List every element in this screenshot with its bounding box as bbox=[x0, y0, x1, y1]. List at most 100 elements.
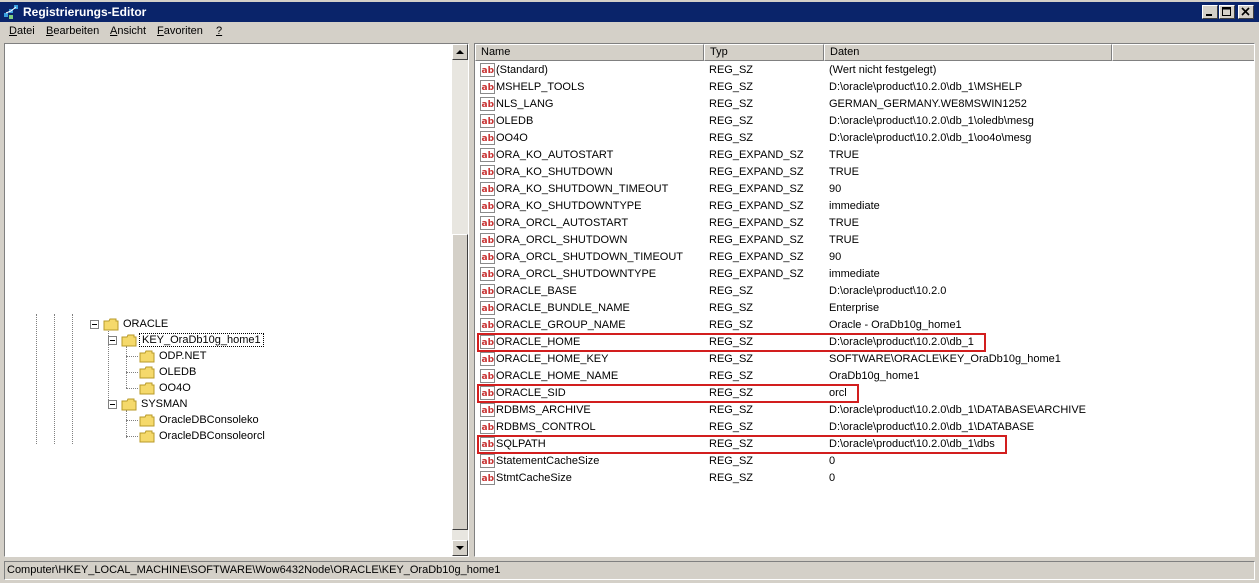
tree-vertical-scrollbar[interactable] bbox=[452, 44, 468, 556]
value-type: REG_SZ bbox=[709, 98, 754, 110]
column-header-filler bbox=[1112, 44, 1254, 61]
value-type: REG_SZ bbox=[709, 455, 754, 467]
value-type: REG_SZ bbox=[709, 64, 754, 76]
arrow-down-icon bbox=[456, 546, 464, 550]
table-row[interactable]: ab RDBMS_ARCHIVE REG_SZ D:\oracle\product\1… bbox=[475, 402, 1235, 419]
title-bar[interactable]: Registrierungs-Editor bbox=[0, 2, 1259, 22]
table-row[interactable]: ab MSHELP_TOOLS REG_SZ D:\oracle\product\10… bbox=[475, 79, 1235, 96]
collapse-toggle[interactable] bbox=[108, 336, 117, 345]
minimize-button[interactable] bbox=[1202, 5, 1218, 19]
value-data: SOFTWARE\ORACLE\KEY_OraDb10g_home1 bbox=[829, 353, 1061, 365]
table-row[interactable]: ab ORA_ORCL_SHUTDOWNTYPE REG_EXPAND_SZ imme… bbox=[475, 266, 1235, 283]
folder-open-icon bbox=[121, 334, 137, 347]
svg-text:ab: ab bbox=[482, 474, 495, 484]
reg-string-icon: ab bbox=[480, 471, 495, 485]
value-name: RDBMS_ARCHIVE bbox=[496, 404, 591, 416]
table-row[interactable]: ab (Standard) REG_SZ (Wert nicht festgelegt… bbox=[475, 62, 1235, 79]
minimize-icon bbox=[1206, 14, 1212, 16]
value-name: ORACLE_HOME_NAME bbox=[496, 370, 619, 382]
folder-icon bbox=[139, 366, 155, 379]
column-header-type[interactable]: Typ bbox=[704, 44, 824, 61]
menu-help[interactable]: ? bbox=[216, 25, 222, 37]
value-data: (Wert nicht festgelegt) bbox=[829, 64, 937, 76]
table-row[interactable]: ab ORACLE_GROUP_NAME REG_SZ Oracle - OraDb1… bbox=[475, 317, 1235, 334]
scroll-down-button[interactable] bbox=[452, 540, 468, 556]
value-data: Enterprise bbox=[829, 302, 880, 314]
value-name: NLS_LANG bbox=[496, 98, 554, 110]
reg-string-icon: ab bbox=[480, 250, 495, 264]
collapse-toggle[interactable] bbox=[108, 400, 117, 409]
table-row[interactable]: ab NLS_LANG REG_SZ GERMAN_GERMANY.WE8MSWIN1… bbox=[475, 96, 1235, 113]
value-data: 0 bbox=[829, 472, 836, 484]
value-name: MSHELP_TOOLS bbox=[496, 81, 585, 93]
table-row[interactable]: ab ORA_KO_SHUTDOWN_TIMEOUT REG_EXPAND_SZ 90 bbox=[475, 181, 1235, 198]
menu-ansicht[interactable]: Ansicht bbox=[110, 25, 146, 37]
value-data: Oracle - OraDb10g_home1 bbox=[829, 319, 962, 331]
table-row[interactable]: ab OLEDB REG_SZ D:\oracle\product\10.2.0\db… bbox=[475, 113, 1235, 130]
value-data: D:\oracle\product\10.2.0\db_1\DATABASE\A… bbox=[829, 404, 1086, 416]
table-row[interactable]: ab ORA_ORCL_AUTOSTART REG_EXPAND_SZ TRUE bbox=[475, 215, 1235, 232]
scroll-up-button[interactable] bbox=[452, 44, 468, 60]
tree-line bbox=[126, 436, 138, 438]
svg-text:ab: ab bbox=[482, 134, 495, 144]
table-row[interactable]: ab OO4O REG_SZ D:\oracle\product\10.2.0\db_… bbox=[475, 130, 1235, 147]
value-name: ORA_KO_SHUTDOWN_TIMEOUT bbox=[496, 183, 669, 195]
table-row[interactable]: ab StmtCacheSize REG_SZ 0 bbox=[475, 470, 1235, 487]
maximize-button[interactable] bbox=[1219, 5, 1235, 19]
table-row[interactable]: ab ORACLE_BUNDLE_NAME REG_SZ Enterprise bbox=[475, 300, 1235, 317]
values-list-pane[interactable]: Name Typ Daten ab (Standard) REG_SZ (Wert n… bbox=[474, 43, 1255, 557]
svg-text:ab: ab bbox=[482, 406, 495, 416]
svg-text:ab: ab bbox=[482, 202, 495, 212]
value-data: 90 bbox=[829, 251, 842, 263]
reg-string-icon: ab bbox=[480, 80, 495, 94]
tree-line bbox=[126, 372, 138, 374]
reg-string-icon: ab bbox=[480, 97, 495, 111]
svg-text:ab: ab bbox=[482, 423, 495, 433]
table-row[interactable]: ab ORA_KO_AUTOSTART REG_EXPAND_SZ TRUE bbox=[475, 147, 1235, 164]
svg-text:ab: ab bbox=[482, 117, 495, 127]
table-row[interactable]: ab ORACLE_BASE REG_SZ D:\oracle\product\10.… bbox=[475, 283, 1235, 300]
menu-favoriten[interactable]: Favoriten bbox=[157, 25, 203, 37]
table-row[interactable]: ab ORA_KO_SHUTDOWNTYPE REG_EXPAND_SZ immedi… bbox=[475, 198, 1235, 215]
collapse-toggle[interactable] bbox=[90, 320, 99, 329]
column-header-name[interactable]: Name bbox=[475, 44, 704, 61]
close-button[interactable] bbox=[1238, 5, 1254, 19]
value-name: ORA_KO_SHUTDOWN bbox=[496, 166, 613, 178]
tree-line bbox=[126, 410, 128, 438]
value-data: TRUE bbox=[829, 149, 859, 161]
arrow-up-icon bbox=[456, 50, 464, 54]
value-type: REG_SZ bbox=[709, 132, 754, 144]
table-row[interactable]: ab ORA_ORCL_SHUTDOWN_TIMEOUT REG_EXPAND_SZ… bbox=[475, 249, 1235, 266]
value-data: D:\oracle\product\10.2.0 bbox=[829, 285, 947, 297]
value-data: D:\oracle\product\10.2.0\db_1\oledb\mesg bbox=[829, 115, 1034, 127]
value-data: TRUE bbox=[829, 166, 859, 178]
value-name: OLEDB bbox=[496, 115, 534, 127]
table-row[interactable]: ab ORACLE_HOME_KEY REG_SZ SOFTWARE\ORACLE\K… bbox=[475, 351, 1235, 368]
value-data: immediate bbox=[829, 200, 880, 212]
table-row[interactable]: ab ORA_ORCL_SHUTDOWN REG_EXPAND_SZ TRUE bbox=[475, 232, 1235, 249]
reg-string-icon: ab bbox=[480, 216, 495, 230]
table-row[interactable]: ab ORA_KO_SHUTDOWN REG_EXPAND_SZ TRUE bbox=[475, 164, 1235, 181]
value-data: TRUE bbox=[829, 217, 859, 229]
value-name: ORA_KO_AUTOSTART bbox=[496, 149, 614, 161]
scroll-thumb[interactable] bbox=[452, 234, 468, 530]
value-name: ORACLE_BUNDLE_NAME bbox=[496, 302, 630, 314]
svg-text:ab: ab bbox=[482, 355, 495, 365]
menu-datei[interactable]: Datei bbox=[9, 25, 35, 37]
svg-text:ab: ab bbox=[482, 219, 495, 229]
svg-text:ab: ab bbox=[482, 372, 495, 382]
highlight-box bbox=[477, 333, 986, 352]
svg-text:ab: ab bbox=[482, 321, 495, 331]
table-row[interactable]: ab RDBMS_CONTROL REG_SZ D:\oracle\product\1… bbox=[475, 419, 1235, 436]
value-data: D:\oracle\product\10.2.0\db_1\oo4o\mesg bbox=[829, 132, 1032, 144]
value-name: ORACLE_GROUP_NAME bbox=[496, 319, 626, 331]
column-header-data[interactable]: Daten bbox=[824, 44, 1112, 61]
table-row[interactable]: ab ORACLE_HOME_NAME REG_SZ OraDb10g_home1 bbox=[475, 368, 1235, 385]
reg-string-icon: ab bbox=[480, 233, 495, 247]
svg-text:ab: ab bbox=[482, 270, 495, 280]
value-type: REG_EXPAND_SZ bbox=[709, 217, 804, 229]
value-data: GERMAN_GERMANY.WE8MSWIN1252 bbox=[829, 98, 1027, 110]
table-row[interactable]: ab StatementCacheSize REG_SZ 0 bbox=[475, 453, 1235, 470]
key-tree-pane[interactable]: ORACLE KEY_OraDb10g_home1 ODP.NET OLEDB … bbox=[4, 43, 469, 557]
menu-bearbeiten[interactable]: Bearbeiten bbox=[46, 25, 99, 37]
